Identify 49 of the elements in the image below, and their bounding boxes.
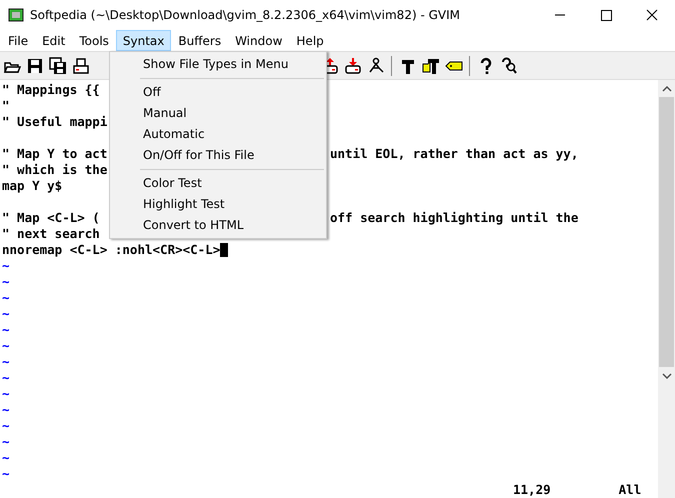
empty-line-marker: ~ xyxy=(2,386,10,402)
menu-item[interactable]: Automatic xyxy=(110,124,326,145)
code-line: map Y y$ xyxy=(2,178,62,194)
menu-item[interactable]: Window xyxy=(228,30,290,51)
code-line: off search highlighting until the xyxy=(330,210,578,226)
empty-line-marker: ~ xyxy=(2,322,10,338)
menu-item[interactable]: On/Off for This File xyxy=(110,145,326,166)
empty-line-marker: ~ xyxy=(2,274,10,290)
empty-line-marker: ~ xyxy=(2,354,10,370)
menu-item[interactable]: Highlight Test xyxy=(110,194,326,215)
empty-line-marker: ~ xyxy=(2,418,10,434)
menu-item[interactable]: File xyxy=(1,30,36,51)
download-icon[interactable] xyxy=(344,56,362,74)
code-line: " Map <C-L> ( xyxy=(2,210,100,226)
magnifier-help-icon[interactable] xyxy=(500,56,518,74)
empty-line-marker: ~ xyxy=(2,402,10,418)
empty-line-marker: ~ xyxy=(2,434,10,450)
hammer-tag-icon[interactable] xyxy=(422,56,440,74)
empty-line-marker: ~ xyxy=(2,466,10,482)
code-line: " Mappings {{ xyxy=(2,82,100,98)
menu-item[interactable]: Manual xyxy=(110,103,326,124)
code-line: " next search xyxy=(2,226,100,242)
menu-item[interactable]: Off xyxy=(110,82,326,103)
floppy-disks-icon[interactable] xyxy=(48,56,66,74)
menu-item[interactable]: Convert to HTML xyxy=(110,215,326,236)
menu-item[interactable]: Tools xyxy=(72,30,116,51)
window-title: Softpedia (~\Desktop\Download\gvim_8.2.2306_x64\vim\vim82) - GVIM xyxy=(30,8,461,22)
scroll-position: All xyxy=(618,482,642,498)
code-line: until EOL, rather than act as yy, xyxy=(330,146,578,162)
empty-line-marker: ~ xyxy=(2,450,10,466)
scrollbar[interactable] xyxy=(658,80,675,498)
printer-icon[interactable] xyxy=(72,56,90,74)
menu-item[interactable]: Buffers xyxy=(171,30,228,51)
menu-item[interactable]: Syntax xyxy=(116,30,172,51)
code-line: nnoremap <C-L> :nohl<CR><C-L> xyxy=(2,242,220,258)
empty-line-marker: ~ xyxy=(2,258,10,274)
menu-item[interactable]: Help xyxy=(289,30,331,51)
empty-line-marker: ~ xyxy=(2,290,10,306)
menu-item[interactable]: Color Test xyxy=(110,173,326,194)
empty-line-marker: ~ xyxy=(2,306,10,322)
cursor-position: 11,29 xyxy=(513,482,551,498)
code-line: " Useful mappi xyxy=(2,114,108,130)
empty-line-marker: ~ xyxy=(2,338,10,354)
app-icon xyxy=(8,7,24,23)
code-line: " which is the xyxy=(2,162,108,178)
code-line: " xyxy=(2,98,10,114)
menu-item[interactable]: Edit xyxy=(35,30,72,51)
code-line: " Map Y to act xyxy=(2,146,108,162)
empty-line-marker: ~ xyxy=(2,370,10,386)
